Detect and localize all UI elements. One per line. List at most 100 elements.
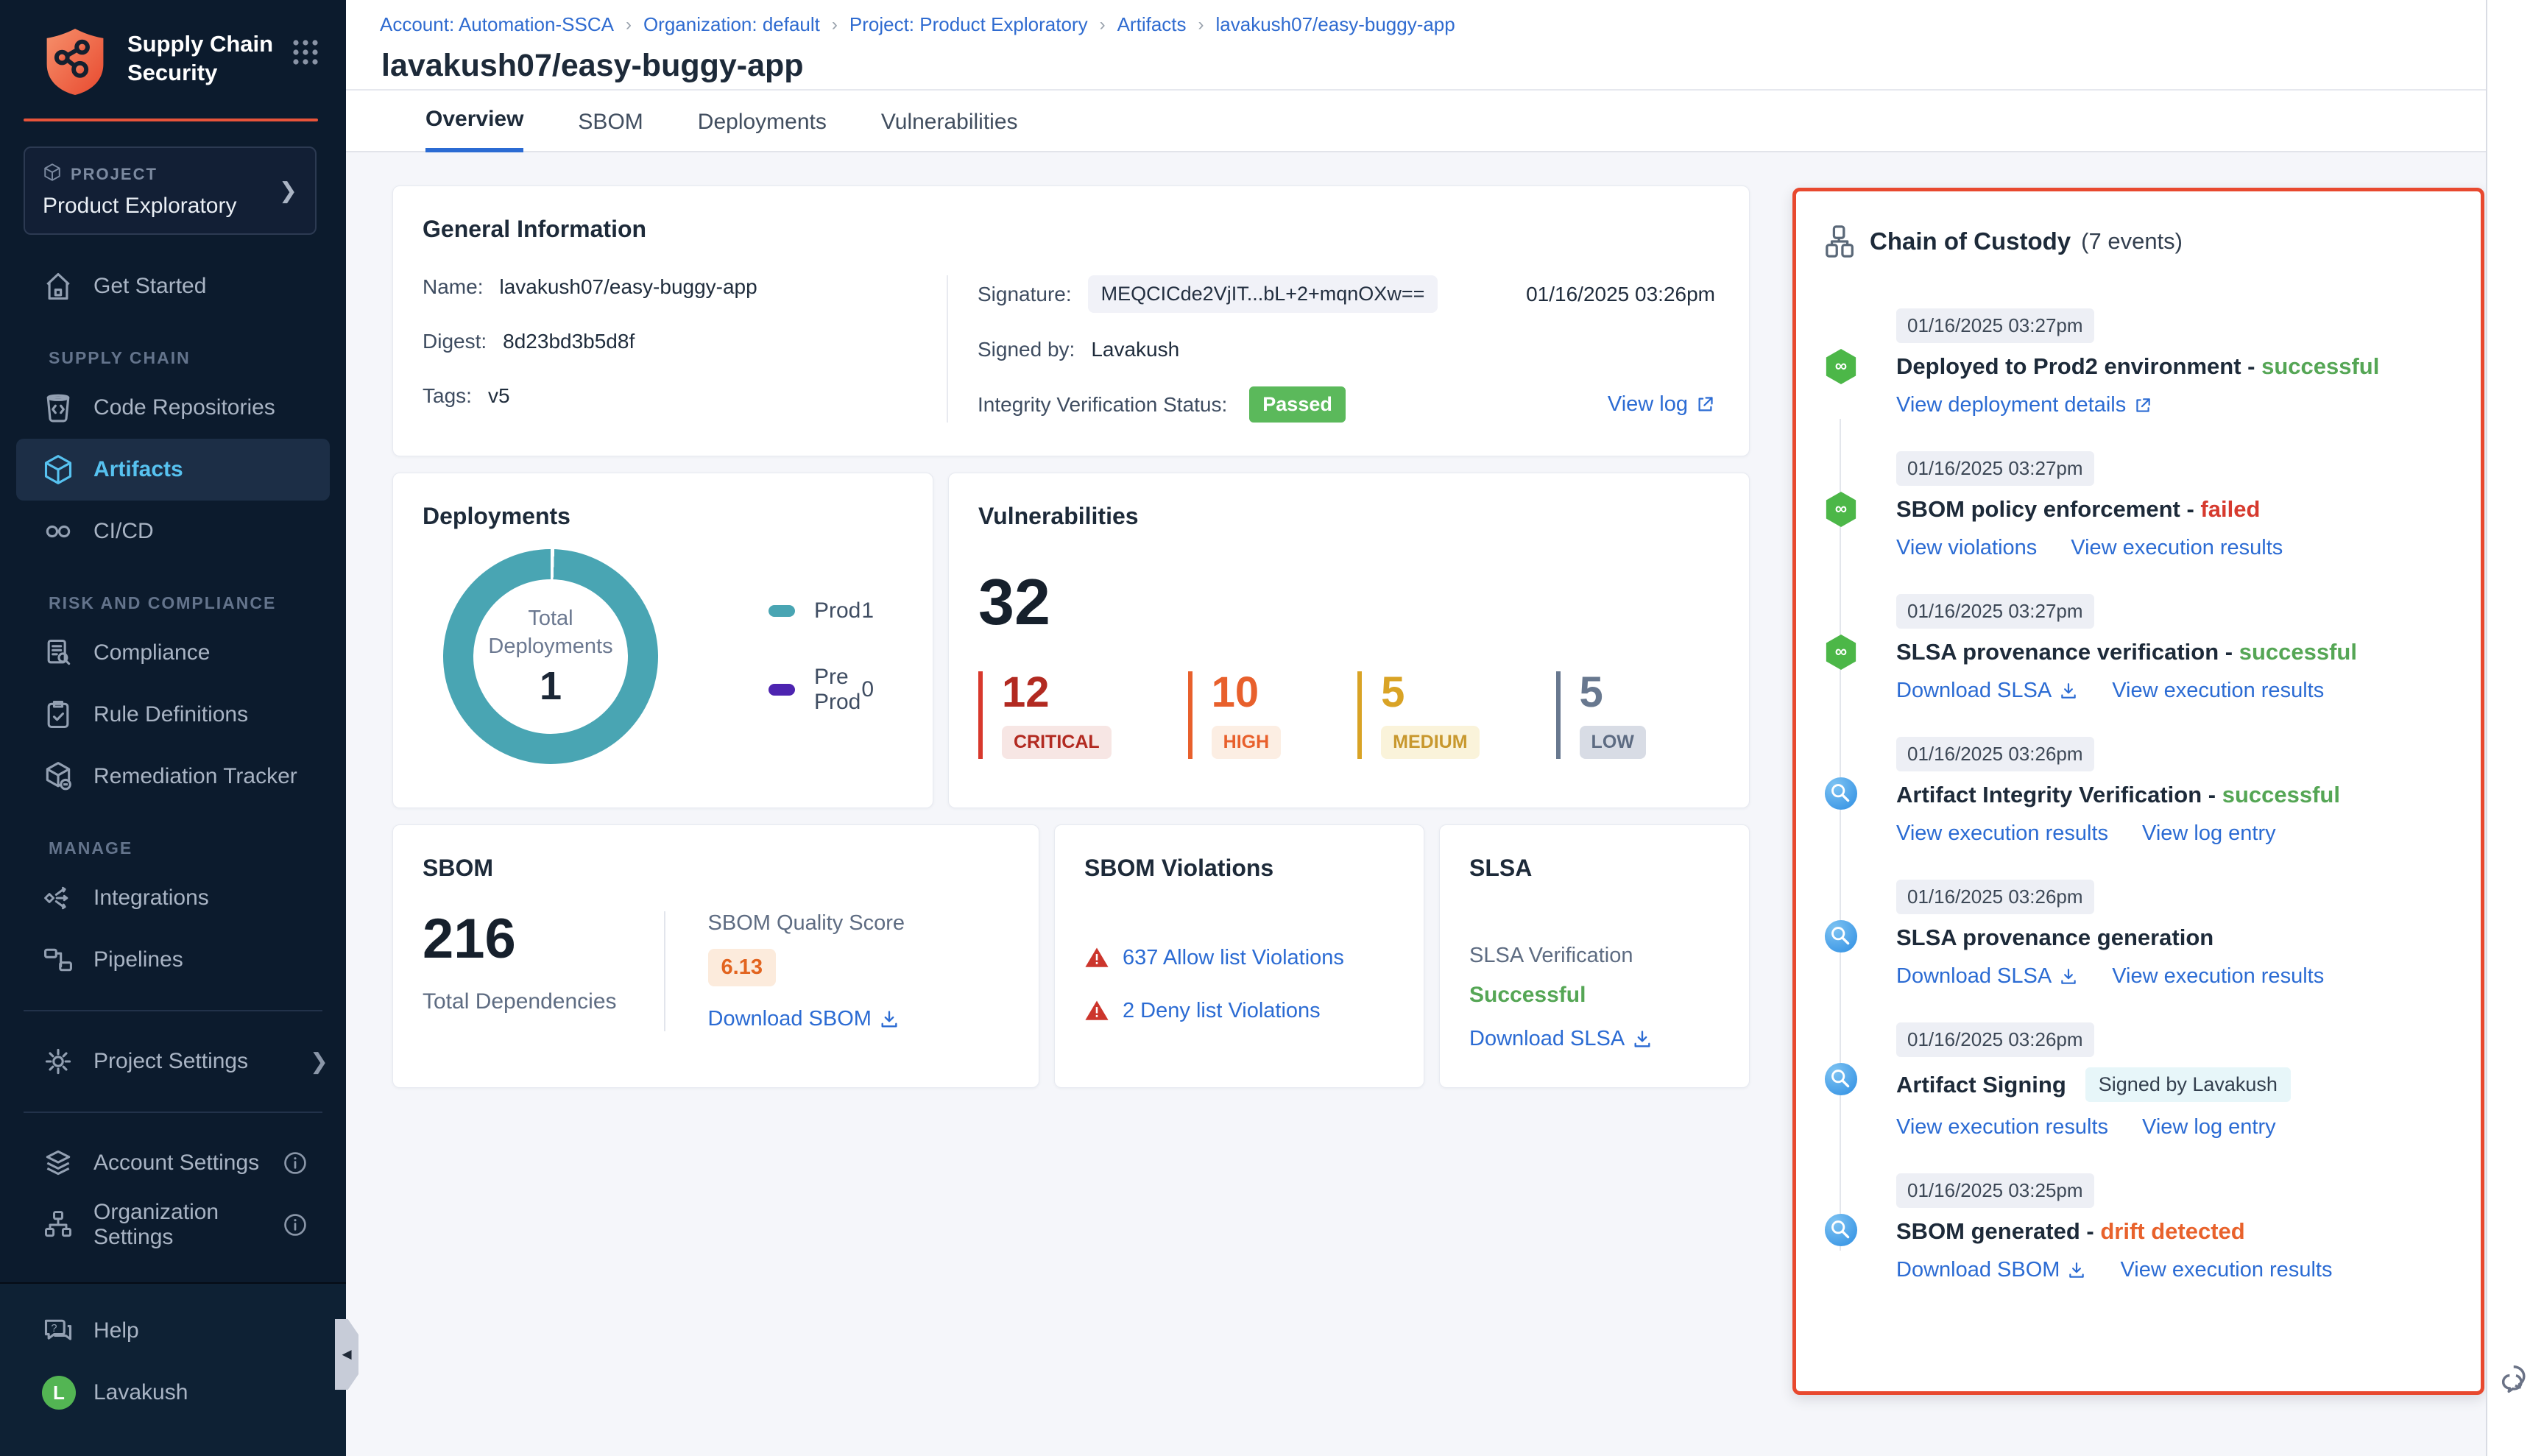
signed-by-badge: Signed by Lavakush [2085, 1067, 2291, 1102]
sidebar-item-pipelines[interactable]: Pipelines [0, 929, 346, 991]
help-chat-icon: ? [42, 1315, 74, 1347]
chain-event-deployed: ∞ 01/16/2025 03:27pm Deployed to Prod2 e… [1824, 308, 2453, 417]
home-icon [42, 270, 74, 303]
sidebar-item-compliance[interactable]: Compliance [0, 622, 346, 684]
sidebar-nav: Get Started SUPPLY CHAIN Code Repositori… [0, 255, 346, 1256]
sidebar-item-project-settings[interactable]: Project Settings ❯ [0, 1031, 346, 1092]
breadcrumb-separator: › [626, 15, 632, 35]
severity-badge-medium: MEDIUM [1381, 726, 1479, 759]
svg-text:∞: ∞ [1835, 356, 1847, 375]
sidebar-item-account-settings[interactable]: Account Settings [0, 1132, 346, 1194]
deployments-donut-chart: Total Deployments 1 [443, 549, 658, 764]
app-title: Supply ChainSecurity [127, 29, 273, 87]
download-sbom-link[interactable]: Download SBOM [708, 1007, 900, 1031]
sidebar-item-code-repositories[interactable]: Code Repositories [0, 377, 346, 439]
tab-sbom[interactable]: SBOM [578, 110, 643, 151]
external-link-icon [2133, 396, 2152, 415]
card-title: SBOM Violations [1084, 855, 1394, 882]
nav-section-risk-compliance: RISK AND COMPLIANCE [49, 593, 346, 613]
signature-value[interactable]: MEQCICde2VjIT...bL+2+mqnOXw== [1088, 275, 1438, 313]
tab-deployments[interactable]: Deployments [698, 110, 827, 151]
deployments-card: Deployments Total Deployments 1 [392, 473, 933, 808]
pipelines-icon [42, 944, 74, 976]
chain-events-timeline: ∞ 01/16/2025 03:27pm Deployed to Prod2 e… [1824, 308, 2453, 1282]
layers-gear-icon [42, 1147, 74, 1179]
sbom-violations-card: SBOM Violations 637 Allow list Violation… [1054, 824, 1424, 1088]
view-execution-results-link[interactable]: View execution results [1896, 821, 2108, 846]
digest-label: Digest: [423, 330, 487, 353]
sidebar-item-integrations[interactable]: Integrations [0, 867, 346, 929]
view-log-link[interactable]: View log [1608, 392, 1720, 417]
chain-of-custody-title: Chain of Custody [1870, 227, 2071, 255]
chain-event-artifact-integrity: 01/16/2025 03:26pm Artifact Integrity Ve… [1824, 737, 2453, 846]
event-status: failed [2200, 496, 2260, 523]
chain-event-artifact-signing: 01/16/2025 03:26pm Artifact SigningSigne… [1824, 1022, 2453, 1139]
sidebar-item-artifacts[interactable]: Artifacts [16, 439, 330, 501]
module-grid-icon[interactable] [290, 37, 321, 71]
breadcrumb-organization[interactable]: Organization: default [643, 13, 820, 36]
view-execution-results-link[interactable]: View execution results [2120, 1258, 2332, 1282]
signed-by-value: Lavakush [1091, 338, 1179, 361]
scan-circle-icon [1824, 1213, 1858, 1247]
chain-event-sbom-generated: 01/16/2025 03:25pm SBOM generated - drif… [1824, 1173, 2453, 1282]
sidebar-item-rule-definitions[interactable]: Rule Definitions [0, 684, 346, 746]
gear-icon [42, 1045, 74, 1078]
info-icon[interactable] [281, 1149, 328, 1177]
view-deployment-details-link[interactable]: View deployment details [1896, 393, 2152, 417]
user-menu[interactable]: L Lavakush [0, 1362, 346, 1424]
sidebar: Supply ChainSecurity PROJECT [0, 0, 346, 1456]
download-slsa-link[interactable]: Download SLSA [1896, 964, 2078, 989]
remediation-cube-icon [42, 760, 74, 793]
deny-list-violations-link[interactable]: 2 Deny list Violations [1123, 999, 1321, 1023]
svg-text:?: ? [51, 1323, 57, 1335]
allow-list-violations-link[interactable]: 637 Allow list Violations [1123, 946, 1344, 970]
view-execution-results-link[interactable]: View execution results [2071, 536, 2283, 560]
sidebar-item-cicd[interactable]: CI/CD [0, 501, 346, 562]
svg-text:∞: ∞ [1835, 642, 1847, 661]
pipeline-hexagon-icon: ∞ [1824, 348, 1858, 385]
artifact-tags: v5 [488, 384, 510, 408]
signature-label: Signature: [978, 283, 1072, 306]
legend-value-pre-prod: 0 [861, 677, 874, 702]
breadcrumb-project[interactable]: Project: Product Exploratory [849, 13, 1088, 36]
sidebar-item-organization-settings[interactable]: Organization Settings [0, 1194, 346, 1256]
sidebar-item-remediation-tracker[interactable]: Remediation Tracker [0, 746, 346, 807]
breadcrumb-account[interactable]: Account: Automation-SSCA [380, 13, 614, 36]
event-timestamp: 01/16/2025 03:26pm [1896, 737, 2094, 771]
view-violations-link[interactable]: View violations [1896, 536, 2037, 560]
legend-swatch-pre-prod [768, 684, 795, 696]
card-title: SBOM [423, 855, 1009, 882]
deployments-legend: Prod 1 Pre Prod 0 [768, 598, 903, 715]
tab-vulnerabilities[interactable]: Vulnerabilities [881, 110, 1018, 151]
info-icon[interactable] [281, 1211, 328, 1239]
tab-overview[interactable]: Overview [425, 107, 523, 152]
view-execution-results-link[interactable]: View execution results [2112, 964, 2324, 989]
chat-support-icon[interactable] [2497, 1360, 2535, 1402]
name-label: Name: [423, 275, 483, 299]
download-sbom-link[interactable]: Download SBOM [1896, 1258, 2086, 1282]
breadcrumb-current[interactable]: lavakush07/easy-buggy-app [1216, 13, 1455, 36]
project-selector[interactable]: PROJECT Product Exploratory ❯ [24, 146, 317, 235]
view-execution-results-link[interactable]: View execution results [2112, 679, 2324, 703]
download-slsa-link[interactable]: Download SLSA [1896, 679, 2078, 703]
avatar: L [42, 1376, 76, 1410]
sidebar-collapse-handle[interactable]: ◀ [335, 1319, 358, 1390]
view-execution-results-link[interactable]: View execution results [1896, 1115, 2108, 1139]
vulnerabilities-total: 32 [978, 570, 1720, 635]
chevron-right-icon: ❯ [310, 1049, 328, 1075]
sidebar-item-help[interactable]: ? Help [0, 1300, 346, 1362]
sidebar-item-get-started[interactable]: Get Started [0, 255, 346, 317]
breadcrumb-artifacts[interactable]: Artifacts [1117, 13, 1187, 36]
signature-timestamp: 01/16/2025 03:26pm [1526, 283, 1720, 306]
app-window: Supply ChainSecurity PROJECT [0, 0, 2544, 1456]
breadcrumb-separator: › [1100, 15, 1106, 35]
view-log-entry-link[interactable]: View log entry [2142, 821, 2276, 846]
view-log-entry-link[interactable]: View log entry [2142, 1115, 2276, 1139]
pipeline-hexagon-icon: ∞ [1824, 634, 1858, 671]
main-area: Account: Automation-SSCA › Organization:… [346, 0, 2486, 1456]
legend-item-prod: Prod 1 [768, 598, 874, 623]
event-status: successful [2261, 353, 2379, 380]
vuln-stat-low: 5 LOW [1556, 671, 1646, 759]
artifact-digest: 8d23bd3b5d8f [503, 330, 635, 353]
download-slsa-link[interactable]: Download SLSA [1469, 1027, 1653, 1051]
